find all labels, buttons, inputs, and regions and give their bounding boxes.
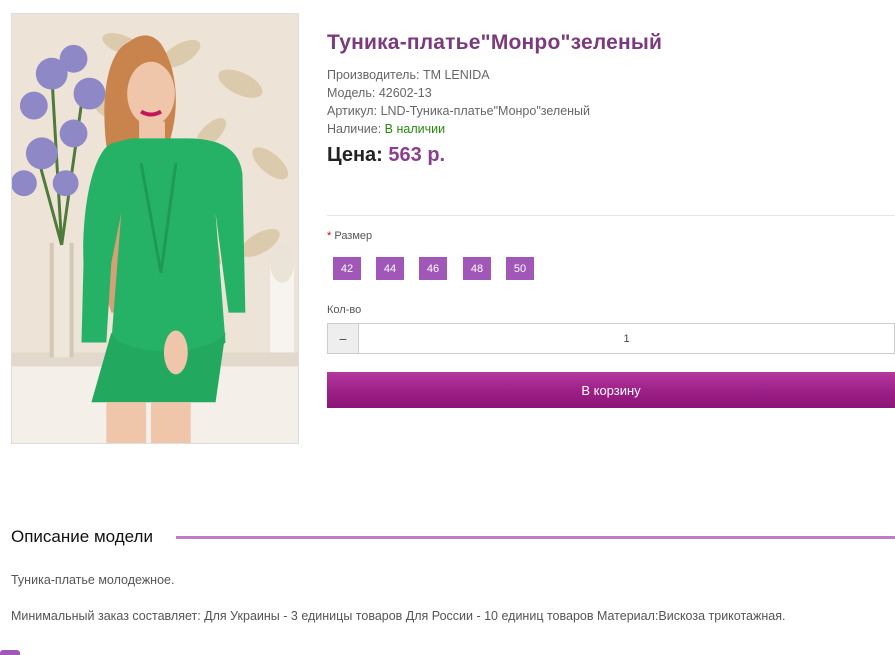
size-option-42[interactable]: 42 <box>333 257 361 280</box>
model-row: Модель: 42602-13 <box>327 84 590 102</box>
manufacturer-value[interactable]: TM LENIDA <box>423 68 490 82</box>
minus-icon: − <box>338 330 348 347</box>
sku-row: Артикул: LND-Туника-платье"Монро"зеленый <box>327 102 590 120</box>
model-label: Модель: <box>327 86 376 100</box>
product-image[interactable] <box>11 13 299 444</box>
availability-value: В наличии <box>384 122 446 136</box>
sku-label: Артикул: <box>327 104 378 118</box>
price: Цена: 563 р. <box>327 144 445 167</box>
options-divider <box>327 215 895 216</box>
quantity-stepper: − <box>327 323 895 354</box>
manufacturer-label: Производитель: <box>327 68 420 82</box>
size-label-text: Размер <box>334 230 373 242</box>
add-to-cart-button[interactable]: В корзину <box>327 372 895 408</box>
sku-value: LND-Туника-платье"Монро"зеленый <box>380 104 591 118</box>
manufacturer-row: Производитель: TM LENIDA <box>327 66 590 84</box>
quantity-decrease-button[interactable]: − <box>328 324 359 353</box>
model-value: 42602-13 <box>378 86 432 100</box>
product-meta: Производитель: TM LENIDA Модель: 42602-1… <box>327 66 590 138</box>
size-option-44[interactable]: 44 <box>376 257 404 280</box>
size-option-label: * Размер <box>327 230 372 242</box>
price-label: Цена: <box>327 144 383 166</box>
size-option-46[interactable]: 46 <box>419 257 447 280</box>
required-mark: * <box>327 230 332 242</box>
availability-label: Наличие: <box>327 122 382 136</box>
description-paragraph-1: Туника-платье молодежное. <box>11 573 175 587</box>
size-option-48[interactable]: 48 <box>463 257 491 280</box>
scroll-top-tab[interactable] <box>0 650 20 655</box>
description-paragraph-2: Минимальный заказ составляет: Для Украин… <box>11 609 786 623</box>
price-value: 563 р. <box>388 144 446 166</box>
availability-row: Наличие: В наличии <box>327 120 590 138</box>
description-title: Описание модели <box>11 527 153 546</box>
quantity-label: Кол-во <box>327 304 362 316</box>
product-title: Туника-платье"Монро"зеленый <box>327 31 663 54</box>
description-title-underline <box>176 536 895 539</box>
quantity-input[interactable] <box>359 324 894 353</box>
size-option-50[interactable]: 50 <box>506 257 534 280</box>
product-photo-illustration <box>12 14 298 443</box>
